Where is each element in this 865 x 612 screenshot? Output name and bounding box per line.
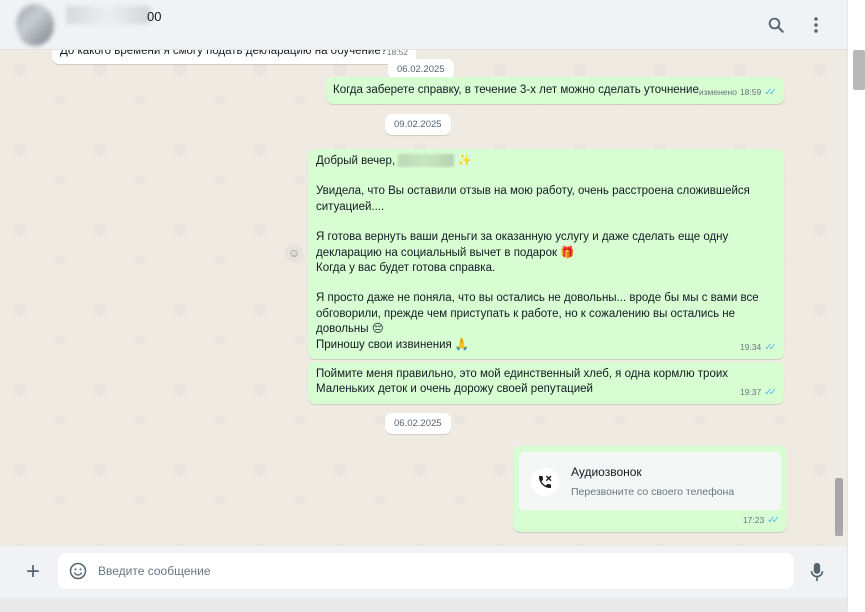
message-line: Когда у вас будет готова справка. [316, 262, 496, 275]
message-line: Добрый вечер, ✨ [316, 154, 776, 169]
message-outgoing[interactable]: Когда заберете справку, в течение 3-х ле… [326, 77, 784, 104]
message-time: 17:23 [742, 514, 765, 525]
contact-name-redacted[interactable] [66, 6, 150, 24]
message-meta: изменено 18:59 ✓✓ [698, 85, 777, 100]
message-line: Я готова вернуть ваши деньги за оказанну… [316, 230, 776, 261]
search-icon[interactable] [765, 14, 787, 36]
message-time: 18:59 [739, 86, 762, 97]
read-ticks-icon: ✓✓ [764, 86, 777, 98]
message-text: Приношу свои извинения [316, 338, 455, 351]
sticker-icon[interactable] [68, 561, 88, 581]
sparkle-emoji: ✨ [457, 155, 472, 167]
message-incoming[interactable]: До какого времени я смогу подать деклара… [52, 50, 416, 64]
gift-emoji: 🎁 [560, 246, 575, 259]
pray-emoji: 🙏 [454, 338, 470, 351]
call-card[interactable]: Аудиозвонок Перезвоните со своего телефо… [519, 452, 781, 510]
read-ticks-icon: ✓✓ [764, 341, 777, 353]
message-list[interactable]: До какого времени я смогу подать деклара… [0, 50, 847, 546]
message-text: Когда заберете справку, в течение 3-х ле… [333, 84, 699, 96]
message-outgoing[interactable]: Поймите меня правильно, это мой единстве… [308, 362, 784, 404]
message-input[interactable] [98, 561, 778, 581]
call-title: Аудиозвонок [571, 465, 642, 479]
message-body: Добрый вечер, ✨ Увидела, что Вы оставили… [316, 154, 776, 353]
message-time: 19:37 [739, 386, 762, 397]
microphone-icon[interactable] [806, 560, 828, 584]
message-composer: + [0, 546, 847, 598]
call-message[interactable]: Аудиозвонок Перезвоните со своего телефо… [513, 446, 787, 532]
message-input-box[interactable] [58, 553, 794, 589]
message-text: Я готова вернуть ваши деньги за оказанну… [316, 231, 729, 259]
message-text: До какого времени я смогу подать деклара… [60, 50, 388, 57]
read-ticks-icon: ✓✓ [764, 386, 777, 398]
message-line: Приношу свои извинения 🙏 [316, 338, 776, 353]
chat-header: 00 [0, 0, 847, 50]
edited-label: изменено [698, 86, 737, 97]
window-scrollbar-track[interactable] [847, 0, 865, 612]
pensive-emoji: 😔 [371, 323, 384, 336]
emoji-reaction-icon[interactable]: ☺ [285, 244, 303, 262]
message-line: Я просто даже не поняла, что вы остались… [316, 291, 776, 337]
message-meta: 19:34 ✓✓ [739, 340, 777, 355]
message-outgoing[interactable]: Добрый вечер, ✨ Увидела, что Вы оставили… [308, 149, 784, 359]
window-bottom-edge [0, 598, 847, 612]
message-text: Добрый вечер, [316, 155, 399, 167]
call-subtitle: Перезвоните со своего телефона [571, 486, 735, 498]
contact-avatar[interactable] [16, 4, 54, 46]
message-text: Поймите меня правильно, это мой единстве… [316, 368, 729, 396]
message-line: Увидела, что Вы оставили отзыв на мою ра… [316, 185, 750, 213]
chat-window: 00 До какого времени я смогу подать декл… [0, 0, 847, 598]
missed-call-icon [531, 468, 559, 496]
chat-scrollbar[interactable] [835, 478, 843, 536]
menu-dots-icon[interactable] [805, 14, 827, 36]
date-separator: 09.02.2025 [385, 114, 451, 135]
message-meta: 19:37 ✓✓ [739, 385, 777, 400]
window-scrollbar-thumb[interactable] [853, 50, 865, 90]
date-separator: 06.02.2025 [385, 413, 451, 434]
message-meta: 17:23 ✓✓ [742, 513, 780, 528]
message-time: 19:34 [739, 341, 762, 352]
read-ticks-icon: ✓✓ [767, 514, 780, 526]
attach-plus-icon[interactable]: + [20, 560, 46, 586]
redacted-name [398, 154, 455, 168]
contact-name-suffix[interactable]: 00 [147, 9, 161, 24]
